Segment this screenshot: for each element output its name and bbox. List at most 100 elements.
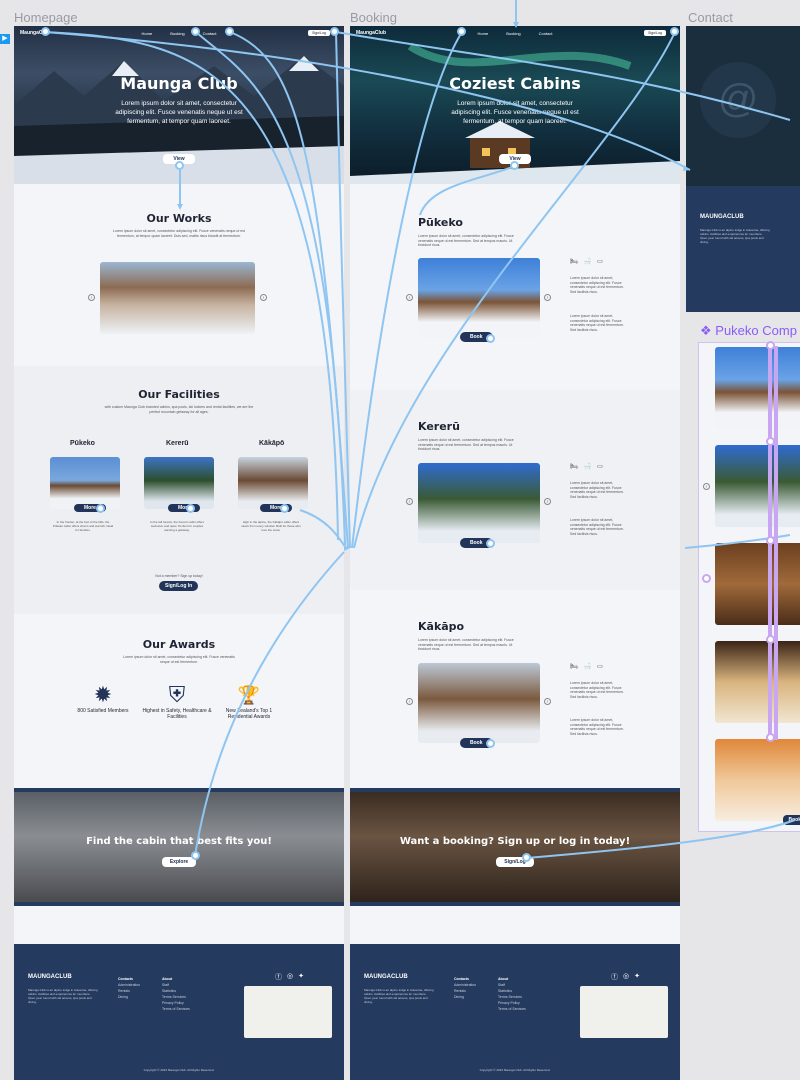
nav-contact[interactable]: Contact (203, 31, 217, 36)
connection-node[interactable] (175, 161, 184, 170)
nav-home[interactable]: Home (142, 31, 153, 36)
frame-title-component[interactable]: ❖ Pukeko Comp (700, 323, 797, 339)
facility-image-kereru[interactable] (144, 457, 214, 509)
bed-icon: 🛏 (570, 259, 578, 265)
footer-map[interactable] (580, 986, 668, 1038)
nav-booking[interactable]: Booking (170, 31, 184, 36)
nav-contact[interactable]: Contact (539, 31, 553, 36)
twitter-icon[interactable]: ✦ (298, 972, 304, 982)
component-node[interactable] (766, 733, 775, 742)
connection-node[interactable] (486, 539, 495, 548)
cabin-prev-icon[interactable]: ‹ (406, 294, 413, 301)
cabin-title-kakapo: Kākāpo (418, 620, 465, 633)
connection-node[interactable] (191, 27, 200, 36)
component-prev-icon[interactable]: ‹ (703, 483, 710, 490)
footer-map[interactable] (244, 986, 332, 1038)
component-node[interactable] (766, 341, 775, 350)
facility-image-pukeko[interactable] (50, 457, 120, 509)
contact-frame[interactable]: @ MAUNGACLUB Maunga Club is an alpine lo… (686, 26, 800, 312)
component-image-3[interactable] (715, 543, 800, 625)
nav-sign-button[interactable]: Sign/Log (644, 30, 666, 36)
footer-social: ⓕ ◎ ✦ (611, 972, 640, 982)
works-carousel-image[interactable] (100, 262, 255, 334)
facility-more-button-kereru[interactable]: More (168, 504, 200, 512)
connection-node[interactable] (96, 504, 105, 513)
connection-node[interactable] (486, 739, 495, 748)
footer-logo[interactable]: MAUNGACLUB (364, 974, 408, 980)
home-sign-button[interactable]: Sign/Log In (159, 581, 199, 591)
cabin-desc-pukeko: Lorem ipsum dolor sit amet, consectetur … (418, 234, 514, 247)
twitter-icon[interactable]: ✦ (634, 972, 640, 982)
award-residential-label: New Zealand's Top 1 Residential Awards (225, 708, 273, 720)
connection-node[interactable] (330, 27, 339, 36)
frame-title-contact[interactable]: Contact (688, 10, 733, 25)
booking-frame[interactable]: MaungaClub Home Booking Contact Sign/Log… (350, 26, 680, 1080)
footer-link[interactable]: Dining (118, 994, 140, 1000)
nav-logo[interactable]: MaungaClub (356, 30, 386, 36)
connection-node[interactable] (280, 504, 289, 513)
component-image-1[interactable] (715, 347, 800, 429)
home-cta-banner: Find the cabin that best fits you! Explo… (14, 788, 344, 906)
design-canvas: Homepage Booking Contact ❖ Pukeko Comp ▶… (0, 0, 800, 1080)
nav-sign-button[interactable]: Sign/Log (308, 30, 330, 36)
component-node[interactable] (766, 437, 775, 446)
bed-icon: 🛏 (570, 464, 578, 470)
component-node[interactable] (766, 536, 775, 545)
awards-text: Lorem ipsum dolor sit amet, consectetur … (123, 655, 235, 664)
connection-node[interactable] (522, 853, 531, 862)
booking-hero-text: Lorem ipsum dolor sit amet, consectetur … (451, 100, 579, 125)
bath-icon: 🛁 (583, 664, 592, 670)
cabin-image-pukeko[interactable] (418, 258, 540, 338)
cabin-side-text: Lorem ipsum dolor sit amet, consectetur … (570, 718, 624, 736)
connection-node[interactable] (225, 27, 234, 36)
component-book-button[interactable]: Book (782, 815, 800, 825)
connection-node[interactable] (486, 334, 495, 343)
cabin-prev-icon[interactable]: ‹ (406, 498, 413, 505)
component-image-2[interactable] (715, 445, 800, 527)
frame-title-homepage[interactable]: Homepage (14, 10, 78, 25)
pukeko-component-frame[interactable]: ‹ Book (698, 342, 800, 832)
cabin-image-kakapo[interactable] (418, 663, 540, 743)
nav-booking[interactable]: Booking (506, 31, 520, 36)
booking-cta-banner: Want a booking? Sign up or log in today!… (350, 788, 680, 906)
footer-copyright: Copyright © 2023 Maunga Club. All Rights… (479, 1068, 551, 1072)
connection-node[interactable] (457, 27, 466, 36)
footer-text: Maunga Club is an alpine lodge in Aotear… (28, 988, 98, 1004)
component-image-4[interactable] (715, 641, 800, 723)
cabin-next-icon[interactable]: › (544, 498, 551, 505)
nav-home[interactable]: Home (478, 31, 489, 36)
footer-logo[interactable]: MAUNGACLUB (28, 974, 72, 980)
cabin-image-kereru[interactable] (418, 463, 540, 543)
facebook-icon[interactable]: ⓕ (611, 972, 618, 982)
facebook-icon[interactable]: ⓕ (275, 972, 282, 982)
booking-footer: MAUNGACLUB Maunga Club is an alpine lodg… (350, 944, 680, 1080)
works-prev-icon[interactable]: ‹ (88, 294, 95, 301)
works-next-icon[interactable]: › (260, 294, 267, 301)
play-icon[interactable]: ▶ (0, 34, 10, 44)
instagram-icon[interactable]: ◎ (623, 972, 629, 982)
home-explore-button[interactable]: Explore (161, 857, 197, 867)
awards-title: Our Awards (142, 638, 216, 651)
connection-node[interactable] (191, 851, 200, 860)
footer-logo[interactable]: MAUNGACLUB (700, 214, 744, 220)
footer-contacts: Contacts Administration Rentals Dining (454, 976, 476, 1000)
connection-node[interactable] (186, 504, 195, 513)
component-node[interactable] (702, 574, 711, 583)
frame-title-booking[interactable]: Booking (350, 10, 397, 25)
footer-copyright: Copyright © 2023 Maunga Club. All Rights… (143, 1068, 215, 1072)
facility-image-kakapo[interactable] (238, 457, 308, 509)
cabin-amenities-kakapo: 🛏 🛁 ▭ (570, 663, 603, 670)
cabin-next-icon[interactable]: › (544, 294, 551, 301)
connection-node[interactable] (510, 161, 519, 170)
connection-node[interactable] (41, 27, 50, 36)
footer-link[interactable]: Dining (454, 994, 476, 1000)
cabin-prev-icon[interactable]: ‹ (406, 698, 413, 705)
connection-node[interactable] (670, 27, 679, 36)
component-image-5[interactable] (715, 739, 800, 821)
footer-link[interactable]: Terms of Services (498, 1006, 526, 1012)
instagram-icon[interactable]: ◎ (287, 972, 293, 982)
component-node[interactable] (766, 635, 775, 644)
footer-link[interactable]: Terms of Services (162, 1006, 190, 1012)
cabin-next-icon[interactable]: › (544, 698, 551, 705)
homepage-frame[interactable]: MaungaClub Home Booking Contact Sign/Log… (14, 26, 344, 1080)
